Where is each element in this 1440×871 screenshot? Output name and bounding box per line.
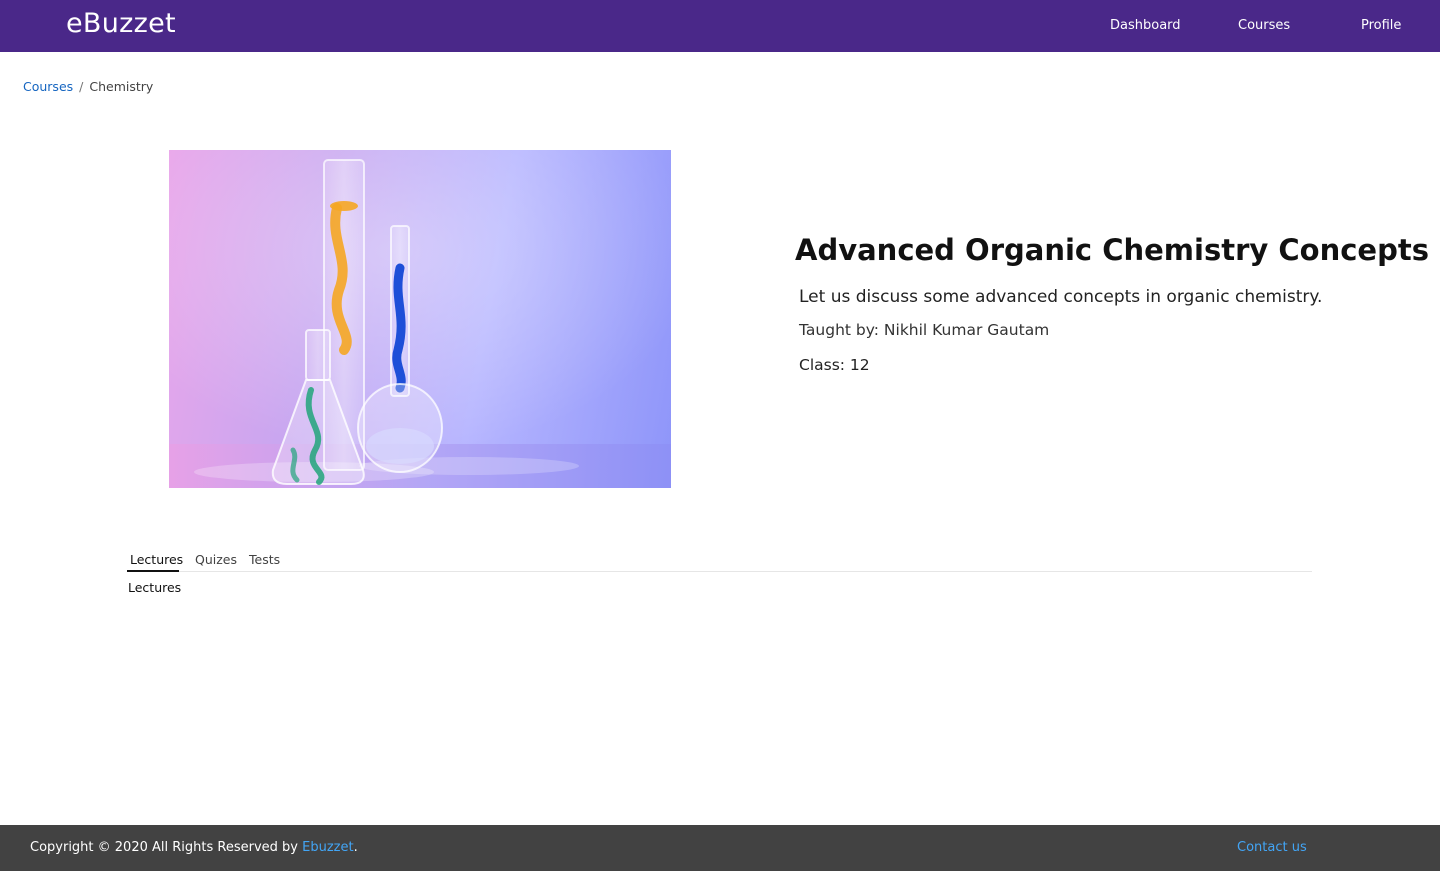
footer-brand-link[interactable]: Ebuzzet [302, 840, 353, 855]
nav-courses[interactable]: Courses [1238, 18, 1290, 33]
course-teacher: Taught by: Nikhil Kumar Gautam [799, 321, 1050, 339]
tab-lectures[interactable]: Lectures [127, 546, 183, 572]
course-class: Class: 12 [799, 356, 870, 374]
tab-content-lectures: Lectures [128, 580, 182, 595]
course-image [169, 150, 671, 488]
top-navbar: eBuzzet Dashboard Courses Profile [0, 0, 1440, 52]
breadcrumb-courses-link[interactable]: Courses [23, 79, 73, 94]
footer: Copyright © 2020 All Rights Reserved by … [0, 825, 1440, 871]
tab-quizes[interactable]: Quizes [195, 546, 237, 572]
breadcrumb-current: Chemistry [89, 79, 154, 94]
breadcrumb: Courses / Chemistry [23, 79, 153, 94]
tab-tests[interactable]: Tests [249, 546, 280, 572]
nav-dashboard[interactable]: Dashboard [1110, 18, 1181, 33]
chemistry-glassware-illustration [169, 150, 671, 488]
nav-profile[interactable]: Profile [1361, 18, 1401, 33]
course-title: Advanced Organic Chemistry Concepts [795, 233, 1429, 267]
footer-copyright: Copyright © 2020 All Rights Reserved by … [30, 840, 358, 855]
footer-copyright-prefix: Copyright © 2020 All Rights Reserved by [30, 840, 303, 855]
breadcrumb-separator: / [79, 79, 84, 94]
footer-contact-link[interactable]: Contact us [1237, 840, 1307, 855]
brand-logo[interactable]: eBuzzet [66, 8, 176, 39]
course-tabs: Lectures Quizes Tests [127, 546, 1312, 572]
footer-copyright-suffix: . [353, 840, 358, 855]
course-description: Let us discuss some advanced concepts in… [799, 287, 1323, 307]
